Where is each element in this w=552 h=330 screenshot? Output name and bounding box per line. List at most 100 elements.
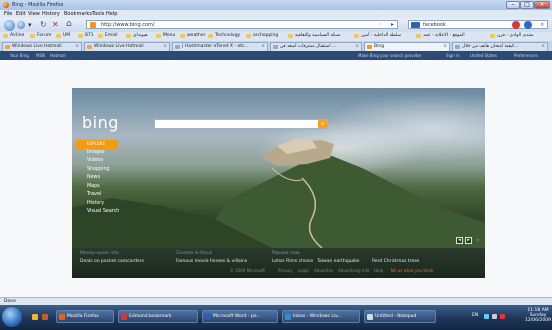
- reload-icon[interactable]: ↻: [40, 20, 47, 29]
- search-icon[interactable]: ⌕: [318, 120, 327, 128]
- tab-bing[interactable]: Bing ×: [364, 42, 450, 51]
- col3-heading[interactable]: Popular now: [272, 251, 300, 256]
- word-icon: [205, 314, 211, 320]
- search-icon[interactable]: ⌕: [541, 21, 544, 29]
- footer-privacy[interactable]: Privacy: [278, 268, 292, 273]
- nav-maps[interactable]: Maps: [76, 183, 118, 192]
- title-bar: Bing - Mozilla Firefox – □ ×: [0, 0, 552, 10]
- close-tab-icon[interactable]: ×: [355, 44, 359, 49]
- task-edmond[interactable]: Edmond.bookmark: [118, 310, 198, 323]
- popular-item[interactable]: Lehar Rims choice: [272, 259, 313, 264]
- bookmark-item[interactable]: Technology: [215, 33, 240, 38]
- stop-icon[interactable]: ✕: [52, 20, 59, 29]
- bookmark-item[interactable]: شبكة السياسية والثقافية: [295, 33, 341, 38]
- footer-legal[interactable]: Legal: [298, 268, 309, 273]
- go-icon[interactable]: ▸: [391, 21, 394, 28]
- nav-visual-search[interactable]: Visual Search: [76, 208, 119, 217]
- tab-arabic-1[interactable]: استقبال ممثرفات اسعد فن ... ×: [270, 42, 362, 51]
- link-hotmail[interactable]: Hotmail: [50, 53, 66, 58]
- bookmark-item[interactable]: Email: [105, 33, 118, 38]
- bing-search-input[interactable]: [154, 119, 328, 129]
- security-icon[interactable]: [500, 314, 505, 319]
- footer-feedback[interactable]: Tell us what you think: [390, 268, 433, 273]
- menu-view[interactable]: View: [28, 11, 40, 17]
- bookmark-item[interactable]: سلطة الداخلية - أمين: [361, 33, 401, 38]
- popular-item[interactable]: Rent Christmas trees: [372, 259, 419, 264]
- close-tab-icon[interactable]: ×: [541, 44, 545, 49]
- nav-images[interactable]: Images: [76, 149, 118, 158]
- menu-edit[interactable]: Edit: [16, 11, 26, 17]
- bookmark-item[interactable]: الموقع - الاعلانة - عمد: [423, 33, 465, 38]
- task-word[interactable]: Microsoft Word - pe...: [202, 310, 278, 323]
- close-tab-icon[interactable]: ×: [261, 44, 265, 49]
- nav-shopping[interactable]: Shopping: [76, 166, 118, 175]
- bookmark-item[interactable]: Forum: [37, 33, 51, 38]
- task-windows-live[interactable]: Inbox - Windows Liv...: [282, 310, 360, 323]
- maximize-button[interactable]: □: [520, 1, 534, 9]
- tab-hotmail-1[interactable]: Windows Live Hotmail ×: [2, 42, 82, 51]
- address-bar[interactable]: http://www.bing.com/ ☆ ▸: [86, 20, 398, 29]
- col2-link[interactable]: Famous movie heroes & villains: [176, 259, 247, 264]
- tab-hashmaster[interactable]: | Hashmaster eTenet X - etc... ×: [172, 42, 268, 51]
- home-icon[interactable]: ⌂: [66, 19, 72, 29]
- bookmark-item[interactable]: Airline: [10, 33, 24, 38]
- search-engine-icon[interactable]: [411, 22, 420, 28]
- start-button[interactable]: [2, 307, 22, 327]
- bookmark-item[interactable]: weather: [187, 33, 205, 38]
- page-icon: [273, 45, 278, 49]
- nav-history[interactable]: History: [76, 200, 118, 209]
- forward-button[interactable]: [17, 21, 25, 29]
- previous-image-button[interactable]: ◂: [456, 237, 463, 244]
- nav-explore[interactable]: EXPLORE: [76, 140, 118, 149]
- footer-advertise[interactable]: Advertise: [314, 268, 333, 273]
- bookmark-item[interactable]: archopping: [253, 33, 278, 38]
- link-your-bing[interactable]: Your Bing: [10, 53, 29, 58]
- tab-hotmail-2[interactable]: Windows Live Hotmail ×: [84, 42, 170, 51]
- close-tab-icon[interactable]: ×: [443, 44, 447, 49]
- close-button[interactable]: ×: [534, 1, 550, 9]
- addon-icon[interactable]: [512, 21, 520, 29]
- menu-bookmarks[interactable]: Bookmarks: [64, 11, 92, 17]
- dropdown-icon[interactable]: ▾: [28, 21, 34, 29]
- clock[interactable]: 11:18 AM Sunday 12/06/2009: [524, 308, 552, 323]
- task-firefox[interactable]: Mozilla Firefox: [56, 310, 114, 323]
- close-tab-icon[interactable]: ×: [75, 44, 79, 49]
- link-make-bing-provider[interactable]: Make Bing your search provider: [358, 53, 422, 58]
- link-sign-in[interactable]: Sign in: [446, 53, 460, 58]
- link-preferences[interactable]: Preferences: [514, 53, 538, 58]
- bookmark-item[interactable]: 871: [85, 33, 94, 38]
- footer-help[interactable]: Help: [374, 268, 383, 273]
- footer-advertising-info[interactable]: Advertising Info: [338, 268, 369, 273]
- link-country[interactable]: United States: [470, 53, 497, 58]
- info-icon[interactable]: ◦: [476, 237, 480, 244]
- bookmark-item[interactable]: Menu: [163, 33, 175, 38]
- nav-travel[interactable]: Travel: [76, 191, 118, 200]
- quicklaunch-icon[interactable]: [42, 314, 48, 320]
- language-indicator[interactable]: EN: [472, 313, 478, 318]
- bookmark-star-icon[interactable]: ☆: [379, 22, 383, 28]
- menu-help[interactable]: Help: [106, 11, 117, 17]
- network-icon[interactable]: [484, 314, 489, 319]
- col2-heading[interactable]: Cinema in focus: [176, 251, 212, 256]
- next-image-button[interactable]: ▸: [465, 237, 472, 244]
- menu-file[interactable]: File: [4, 11, 12, 17]
- quicklaunch-icon[interactable]: [32, 314, 38, 320]
- menu-history[interactable]: History: [42, 11, 60, 17]
- volume-icon[interactable]: [492, 314, 497, 319]
- addon-icon-2[interactable]: [524, 21, 532, 29]
- close-tab-icon[interactable]: ×: [163, 44, 167, 49]
- col1-heading[interactable]: Money-saver info: [80, 251, 119, 256]
- task-notepad[interactable]: Untitled - Notepad: [364, 310, 436, 323]
- bookmark-item[interactable]: منتدى الوادي - فرن: [497, 33, 534, 38]
- nav-news[interactable]: News: [76, 174, 118, 183]
- nav-videos[interactable]: Videos: [76, 157, 118, 166]
- link-msn[interactable]: MSN: [36, 53, 45, 58]
- popular-item[interactable]: Taiwan earthquake: [317, 259, 359, 264]
- back-button[interactable]: [4, 20, 15, 31]
- bookmark-item[interactable]: هيونداي: [133, 33, 147, 38]
- col1-link[interactable]: Deals on pocket camcorders: [80, 259, 144, 264]
- minimize-button[interactable]: –: [506, 1, 520, 9]
- menu-tools[interactable]: Tools: [92, 11, 104, 17]
- bookmark-item[interactable]: UM: [63, 33, 70, 38]
- tab-arabic-2[interactable]: كيفية امتحان هاتف من خلال... ×: [452, 42, 548, 51]
